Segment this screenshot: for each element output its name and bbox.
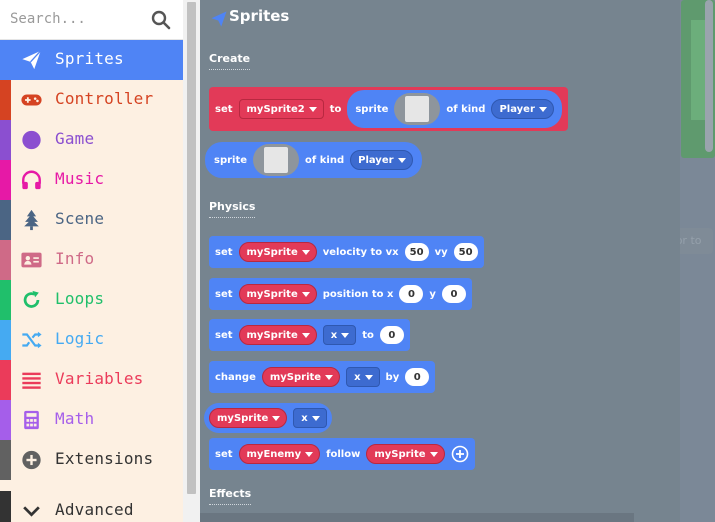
vx-input[interactable]: 50 — [404, 243, 429, 261]
category-label: Sprites — [55, 49, 124, 68]
search-icon[interactable] — [151, 10, 171, 30]
dropdown-arrow-icon — [301, 249, 310, 255]
category-label: Info — [55, 249, 95, 268]
tree-icon — [24, 209, 39, 231]
dropdown-arrow-icon — [301, 332, 310, 338]
category-sprites[interactable]: Sprites — [0, 40, 183, 80]
paper-plane-icon — [22, 50, 42, 70]
category-label: Game — [55, 129, 95, 148]
list-icon — [22, 372, 41, 389]
category-label: Variables — [55, 369, 144, 388]
property-dropdown[interactable]: x — [346, 367, 380, 387]
dropdown-arrow-icon — [301, 291, 310, 297]
category-label: Music — [55, 169, 105, 188]
property-dropdown[interactable]: x — [293, 408, 327, 428]
expand-plus-icon[interactable] — [451, 445, 469, 463]
value-input[interactable]: 0 — [379, 326, 404, 344]
category-label: Scene — [55, 209, 105, 228]
category-music[interactable]: Music — [0, 160, 183, 200]
category-variables[interactable]: Variables — [0, 360, 183, 400]
category-label: Math — [55, 409, 95, 428]
set-sprite-block[interactable]: set mySprite2 to sprite of kind Player — [209, 87, 568, 131]
category-controller[interactable]: Controller — [0, 80, 183, 120]
target-sprite-dropdown[interactable]: mySprite — [366, 444, 445, 464]
variable-dropdown[interactable]: mySprite2 — [238, 99, 324, 119]
set-velocity-block[interactable]: set mySprite velocity to vx 50 vy 50 — [209, 236, 484, 268]
category-label: Loops — [55, 289, 105, 308]
flyout-bottom-edge — [200, 513, 634, 522]
property-dropdown[interactable]: x — [322, 325, 357, 345]
category-loops[interactable]: Loops — [0, 280, 183, 320]
chevron-down-icon — [23, 506, 40, 517]
sprite-variable-dropdown[interactable]: myEnemy — [238, 444, 321, 464]
sprite-variable-dropdown[interactable]: mySprite — [238, 242, 317, 262]
section-effects: Effects — [209, 487, 252, 505]
follow-block[interactable]: set myEnemy follow mySprite — [209, 438, 475, 470]
dropdown-arrow-icon — [397, 157, 406, 163]
search-bar — [0, 0, 183, 40]
plus-circle-icon — [22, 450, 41, 470]
sprite-image-slot[interactable] — [253, 144, 300, 176]
id-card-icon — [21, 252, 42, 268]
change-property-block[interactable]: change mySprite x by 0 — [209, 361, 436, 393]
calculator-icon — [24, 410, 39, 430]
sprite-variable-dropdown[interactable]: mySprite — [261, 367, 341, 387]
workspace-scrollbar[interactable] — [705, 0, 713, 152]
kind-dropdown[interactable]: Player — [350, 150, 413, 170]
category-label: Logic — [55, 329, 105, 348]
refresh-icon — [23, 290, 40, 308]
sprite-of-kind-reporter[interactable]: sprite of kind Player — [347, 90, 562, 128]
set-property-block[interactable]: set mySprite x to 0 — [209, 319, 410, 351]
section-physics: Physics — [209, 200, 256, 218]
circle-icon — [22, 130, 41, 150]
y-input[interactable]: 0 — [441, 285, 466, 303]
sprite-property-reporter[interactable]: mySprite x — [204, 403, 332, 433]
section-create: Create — [209, 52, 251, 70]
sprite-variable-dropdown[interactable]: mySprite — [209, 408, 288, 428]
dropdown-arrow-icon — [364, 374, 373, 380]
dropdown-arrow-icon — [429, 451, 438, 457]
category-logic[interactable]: Logic — [0, 320, 183, 360]
vy-input[interactable]: 50 — [453, 243, 478, 261]
dropdown-arrow-icon — [538, 106, 547, 112]
dropdown-arrow-icon — [272, 415, 281, 421]
search-input[interactable] — [10, 6, 146, 32]
category-advanced[interactable]: Advanced — [0, 491, 183, 522]
category-label: Controller — [55, 89, 154, 108]
sprite-variable-dropdown[interactable]: mySprite — [238, 284, 317, 304]
toolbox-sidebar: Sprites Controller Game Music Scene — [0, 0, 183, 522]
category-label: Advanced — [55, 500, 134, 519]
x-input[interactable]: 0 — [399, 285, 424, 303]
dropdown-arrow-icon — [311, 415, 320, 421]
headphones-icon — [22, 170, 41, 190]
sidebar-scrollbar[interactable] — [183, 0, 200, 522]
sprite-variable-dropdown[interactable]: mySprite — [238, 325, 317, 345]
category-game[interactable]: Game — [0, 120, 183, 160]
sprite-image-slot[interactable] — [394, 93, 441, 125]
gamepad-icon — [21, 94, 42, 106]
value-input[interactable]: 0 — [405, 368, 430, 386]
category-label: Extensions — [55, 449, 154, 468]
kind-dropdown[interactable]: Player — [491, 99, 554, 119]
set-position-block[interactable]: set mySprite position to x 0 y 0 — [209, 278, 472, 310]
category-info[interactable]: Info — [0, 240, 183, 280]
category-scene[interactable]: Scene — [0, 200, 183, 240]
sidebar-scrollbar-thumb[interactable] — [187, 2, 196, 494]
shuffle-icon — [22, 331, 42, 349]
category-extensions[interactable]: Extensions — [0, 440, 183, 480]
dropdown-arrow-icon — [341, 332, 350, 338]
dropdown-arrow-icon — [308, 106, 317, 112]
dropdown-arrow-icon — [325, 374, 334, 380]
paper-plane-icon — [211, 11, 227, 27]
dropdown-arrow-icon — [305, 451, 314, 457]
sprite-reporter-block[interactable]: sprite of kind Player — [205, 142, 422, 178]
category-math[interactable]: Math — [0, 400, 183, 440]
flyout-title-text: Sprites — [229, 7, 290, 25]
